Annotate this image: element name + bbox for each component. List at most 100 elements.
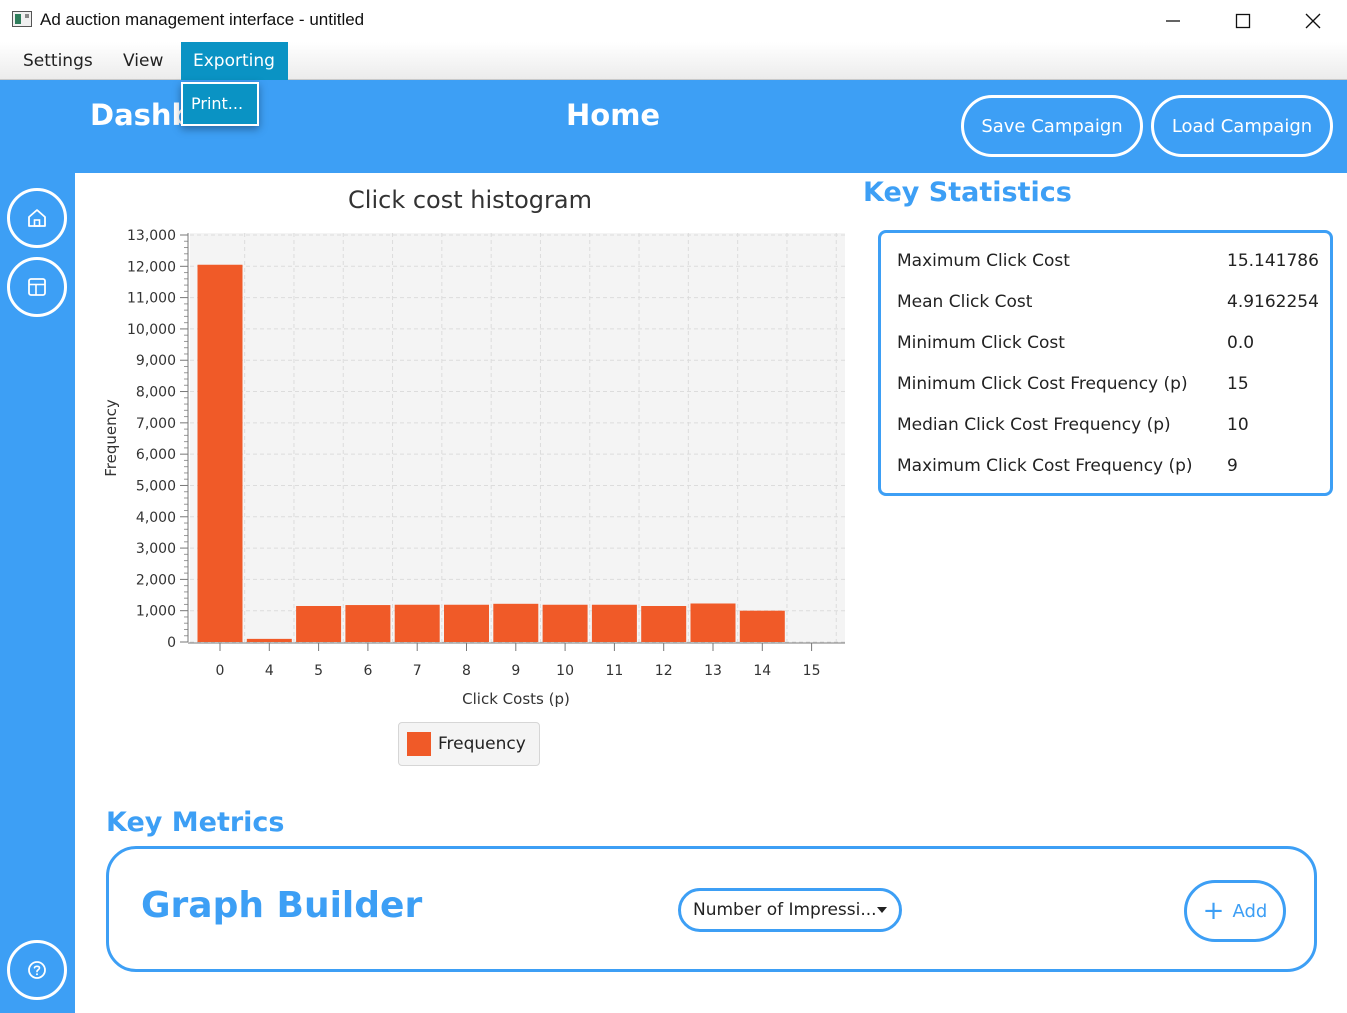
y-tick-label: 12,000 bbox=[127, 259, 176, 275]
menu-view[interactable]: View bbox=[111, 42, 175, 80]
histogram-bar bbox=[444, 604, 489, 642]
chart-title: Click cost histogram bbox=[348, 186, 592, 214]
save-campaign-button[interactable]: Save Campaign bbox=[961, 95, 1143, 157]
sidebar bbox=[0, 173, 75, 1013]
plus-icon: + bbox=[1202, 896, 1225, 926]
stat-row: Minimum Click Cost 0.0 bbox=[897, 333, 1322, 363]
stat-label: Maximum Click Cost Frequency (p) bbox=[897, 456, 1193, 476]
app-icon bbox=[12, 11, 32, 27]
stat-value: 15 bbox=[1227, 374, 1249, 394]
stat-label: Median Click Cost Frequency (p) bbox=[897, 415, 1171, 435]
histogram-bar bbox=[246, 638, 292, 642]
y-tick-label: 7,000 bbox=[136, 416, 176, 432]
histogram-bar bbox=[296, 605, 342, 642]
key-statistics-panel: Maximum Click Cost 15.141786 Mean Click … bbox=[878, 230, 1333, 496]
histogram-bar bbox=[197, 264, 243, 642]
key-statistics-heading: Key Statistics bbox=[863, 177, 1072, 208]
y-tick-label: 4,000 bbox=[136, 510, 176, 526]
stat-label: Maximum Click Cost bbox=[897, 251, 1070, 271]
graph-builder-title: Graph Builder bbox=[141, 885, 423, 926]
histogram-bar bbox=[542, 604, 588, 642]
stat-row: Maximum Click Cost Frequency (p) 9 bbox=[897, 456, 1322, 486]
histogram-bar bbox=[641, 605, 687, 642]
chart-legend: Frequency bbox=[398, 722, 540, 766]
menu-exporting[interactable]: Exporting bbox=[181, 42, 288, 80]
add-button-label: Add bbox=[1232, 900, 1268, 922]
stat-value: 10 bbox=[1227, 415, 1249, 435]
y-tick-label: 9,000 bbox=[136, 353, 176, 369]
sidebar-item-layout[interactable] bbox=[7, 257, 67, 317]
y-tick-label: 6,000 bbox=[136, 447, 176, 463]
home-icon bbox=[28, 209, 46, 227]
stat-row: Minimum Click Cost Frequency (p) 15 bbox=[897, 374, 1322, 404]
load-campaign-button[interactable]: Load Campaign bbox=[1151, 95, 1333, 157]
x-tick-label: 7 bbox=[413, 663, 422, 679]
menu-bar: Settings View Exporting bbox=[0, 42, 1347, 80]
stat-value: 4.9162254 bbox=[1227, 292, 1319, 312]
x-tick-label: 5 bbox=[314, 663, 323, 679]
histogram-bar bbox=[345, 605, 391, 642]
sidebar-item-help[interactable] bbox=[7, 940, 67, 1000]
stat-label: Mean Click Cost bbox=[897, 292, 1033, 312]
sidebar-item-home[interactable] bbox=[7, 188, 67, 248]
stat-value: 15.141786 bbox=[1227, 251, 1319, 271]
maximize-icon bbox=[1235, 13, 1251, 29]
legend-label: Frequency bbox=[438, 734, 526, 754]
close-icon bbox=[1305, 13, 1321, 29]
stat-value: 0.0 bbox=[1227, 333, 1255, 353]
x-axis-label: Click Costs (p) bbox=[462, 690, 570, 708]
histogram-bar bbox=[690, 603, 736, 642]
maximize-button[interactable] bbox=[1208, 0, 1278, 42]
menu-settings[interactable]: Settings bbox=[11, 42, 105, 80]
key-metrics-heading: Key Metrics bbox=[106, 807, 285, 838]
stat-label: Minimum Click Cost bbox=[897, 333, 1065, 353]
x-tick-label: 6 bbox=[363, 663, 372, 679]
y-tick-label: 1,000 bbox=[136, 604, 176, 620]
exporting-dropdown: Print... bbox=[181, 82, 259, 126]
y-tick-label: 3,000 bbox=[136, 541, 176, 557]
stat-row: Median Click Cost Frequency (p) 10 bbox=[897, 415, 1322, 445]
minimize-icon bbox=[1166, 20, 1180, 22]
stat-value: 9 bbox=[1227, 456, 1238, 476]
plot-area bbox=[190, 233, 845, 642]
help-icon bbox=[28, 961, 46, 979]
metric-select[interactable]: Number of Impressi... bbox=[678, 888, 902, 932]
x-tick-label: 10 bbox=[556, 663, 574, 679]
click-cost-histogram: Click cost histogram 0 1,000 2,000 3,000 4,0… bbox=[102, 186, 845, 708]
stat-row: Mean Click Cost 4.9162254 bbox=[897, 292, 1322, 322]
y-tick-label: 13,000 bbox=[127, 228, 176, 244]
histogram-bar bbox=[493, 603, 539, 642]
x-tick-label: 11 bbox=[605, 663, 623, 679]
stat-row: Maximum Click Cost 15.141786 bbox=[897, 251, 1322, 281]
x-tick-label: 15 bbox=[803, 663, 821, 679]
y-tick-label: 5,000 bbox=[136, 478, 176, 494]
y-tick-label: 8,000 bbox=[136, 385, 176, 401]
x-tick-label: 4 bbox=[265, 663, 274, 679]
x-tick-label: 12 bbox=[655, 663, 673, 679]
x-tick-label: 14 bbox=[753, 663, 771, 679]
page-title: Home bbox=[566, 98, 661, 132]
chevron-down-icon bbox=[877, 907, 887, 913]
y-tick-label: 10,000 bbox=[127, 322, 176, 338]
menu-item-print[interactable]: Print... bbox=[183, 84, 257, 124]
histogram-bar bbox=[739, 610, 785, 642]
layout-icon bbox=[28, 278, 46, 296]
add-graph-button[interactable]: + Add bbox=[1184, 880, 1286, 942]
close-button[interactable] bbox=[1278, 0, 1347, 42]
x-tick-label: 9 bbox=[511, 663, 520, 679]
y-tick-label: 0 bbox=[167, 635, 176, 651]
window-title: Ad auction management interface - untitl… bbox=[40, 10, 365, 29]
histogram-bar bbox=[591, 604, 637, 642]
x-tick-label: 0 bbox=[216, 663, 225, 679]
y-tick-label: 2,000 bbox=[136, 572, 176, 588]
y-axis-label: Frequency bbox=[102, 399, 120, 477]
histogram-bar bbox=[394, 604, 440, 642]
y-tick-label: 11,000 bbox=[127, 291, 176, 307]
metric-select-value: Number of Impressi... bbox=[693, 900, 875, 920]
x-tick-label: 8 bbox=[462, 663, 471, 679]
dashboard-title: Dashb bbox=[90, 98, 193, 132]
graph-builder-panel: Graph Builder Number of Impressi... + Ad… bbox=[106, 846, 1317, 972]
x-tick-label: 13 bbox=[704, 663, 722, 679]
minimize-button[interactable] bbox=[1138, 0, 1208, 42]
legend-swatch bbox=[407, 732, 431, 756]
